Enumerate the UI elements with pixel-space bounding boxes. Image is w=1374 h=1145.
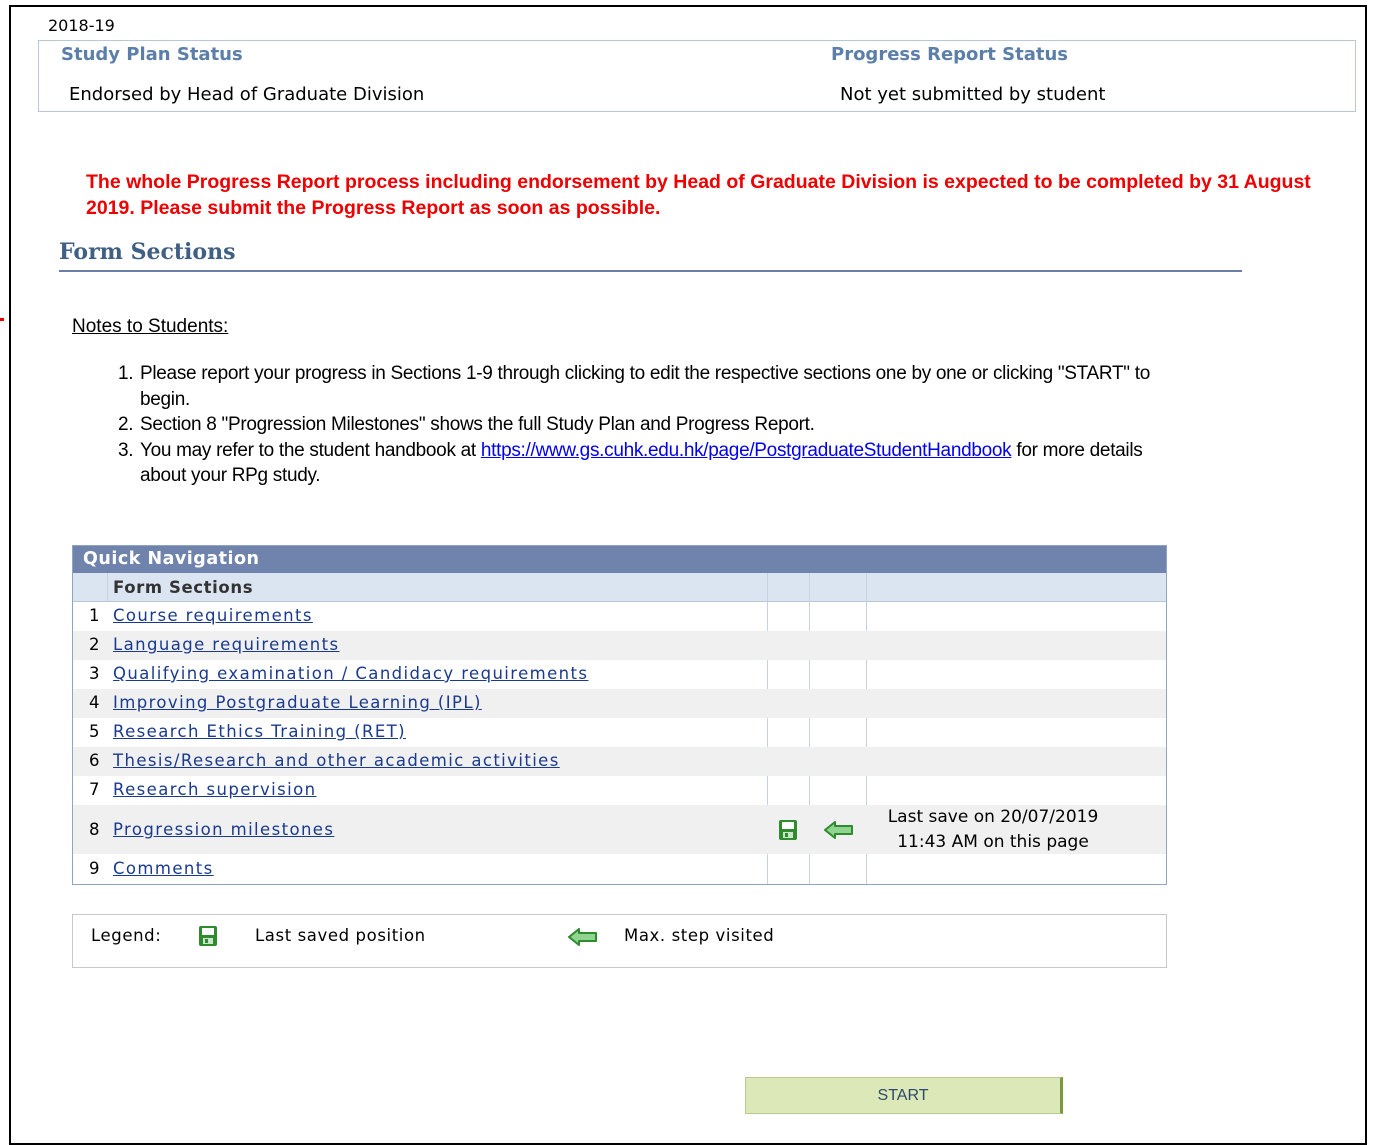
study-plan-status-value: Endorsed by Head of Graduate Division — [69, 84, 425, 105]
note-item: 2. Section 8 "Progression Milestones" sh… — [108, 412, 1188, 438]
quick-navigation-header: Form Sections — [73, 573, 1166, 602]
row-number: 9 — [89, 859, 100, 878]
start-button[interactable]: START — [745, 1077, 1063, 1114]
deadline-warning: The whole Progress Report process includ… — [86, 171, 1311, 219]
note-item: 1. Please report your progress in Sectio… — [108, 361, 1188, 412]
row-number: 4 — [89, 693, 100, 712]
nav-row: 9 Comments — [73, 854, 1166, 884]
nav-row: 2 Language requirements — [73, 631, 1166, 660]
legend-max-step-text: Max. step visited — [624, 926, 775, 945]
nav-row: 1 Course requirements — [73, 602, 1166, 631]
note-number: 2. — [118, 414, 134, 435]
nav-link-comments[interactable]: Comments — [113, 859, 214, 878]
nav-link-progression-milestones[interactable]: Progression milestones — [113, 820, 334, 839]
legend-saved-text: Last saved position — [255, 926, 426, 945]
save-icon — [199, 926, 217, 946]
form-sections-column-header: Form Sections — [113, 578, 254, 597]
last-save-time: Last save on 20/07/2019 11:43 AM on this… — [868, 805, 1118, 855]
notes-list: 1. Please report your progress in Sectio… — [108, 361, 1188, 489]
nav-link-language-requirements[interactable]: Language requirements — [113, 635, 339, 654]
nav-row: 4 Improving Postgraduate Learning (IPL) — [73, 689, 1166, 718]
save-icon — [779, 820, 797, 840]
arrow-left-icon — [568, 928, 597, 946]
note-number: 1. — [118, 363, 134, 384]
nav-row: 7 Research supervision — [73, 776, 1166, 805]
nav-link-research-supervision[interactable]: Research supervision — [113, 780, 316, 799]
note-text: Please report your progress in Sections … — [140, 363, 1150, 410]
note-item: 3. You may refer to the student handbook… — [108, 438, 1188, 489]
note-number: 3. — [118, 439, 134, 461]
nav-link-qualifying-examination[interactable]: Qualifying examination / Candidacy requi… — [113, 664, 588, 683]
note-text: Section 8 "Progression Milestones" shows… — [140, 414, 815, 435]
progress-report-status-label: Progress Report Status — [831, 44, 1069, 65]
last-save-line: 11:43 AM on this page — [897, 832, 1089, 852]
academic-year: 2018-19 — [48, 16, 115, 35]
notes-title: Notes to Students: — [72, 316, 229, 337]
quick-navigation-panel: Quick Navigation Form Sections 1 Course … — [72, 545, 1167, 885]
note-text: You may refer to the student handbook at — [140, 439, 481, 461]
row-number: 3 — [89, 664, 100, 683]
row-number: 2 — [89, 635, 100, 654]
form-sections-title: Form Sections — [59, 239, 236, 265]
row-number: 1 — [89, 606, 100, 625]
edge-marker — [0, 318, 4, 321]
title-divider — [59, 270, 1242, 272]
handbook-link[interactable]: https://www.gs.cuhk.edu.hk/page/Postgrad… — [481, 440, 1012, 461]
arrow-left-icon — [824, 821, 853, 839]
nav-link-course-requirements[interactable]: Course requirements — [113, 606, 313, 625]
nav-link-thesis-research[interactable]: Thesis/Research and other academic activ… — [113, 751, 560, 770]
legend-box: Legend: Last saved position Max. step vi… — [72, 914, 1167, 968]
last-save-line: Last save on 20/07/2019 — [887, 807, 1099, 827]
quick-navigation-title: Quick Navigation — [73, 546, 1166, 573]
legend-label: Legend: — [91, 926, 162, 945]
nav-row: 5 Research Ethics Training (RET) — [73, 718, 1166, 747]
column-divider — [107, 573, 108, 602]
nav-row: 8 Progression milestones Last save on 20… — [73, 805, 1166, 854]
row-number: 5 — [89, 722, 100, 741]
study-plan-status-label: Study Plan Status — [61, 44, 243, 65]
row-number: 8 — [89, 820, 100, 839]
row-number: 7 — [89, 780, 100, 799]
nav-row: 3 Qualifying examination / Candidacy req… — [73, 660, 1166, 689]
progress-report-status-value: Not yet submitted by student — [840, 84, 1106, 105]
nav-row: 6 Thesis/Research and other academic act… — [73, 747, 1166, 776]
nav-link-ipl[interactable]: Improving Postgraduate Learning (IPL) — [113, 693, 482, 712]
nav-link-ret[interactable]: Research Ethics Training (RET) — [113, 722, 406, 741]
row-number: 6 — [89, 751, 100, 770]
